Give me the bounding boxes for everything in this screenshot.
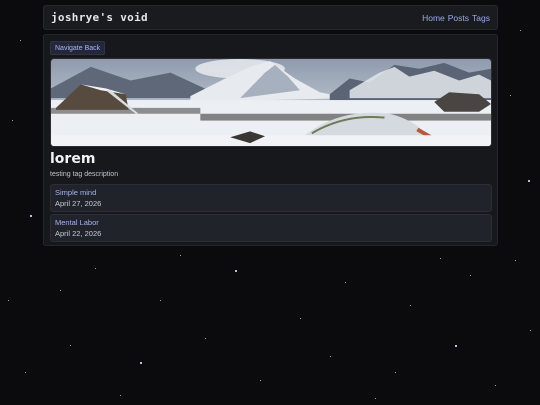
- nav-posts-link[interactable]: Posts: [448, 13, 469, 23]
- post-date: April 27, 2026: [55, 199, 102, 208]
- site-title[interactable]: joshrye's void: [51, 11, 148, 24]
- post-card[interactable]: Simple mind April 27, 2026: [50, 184, 492, 212]
- post-title-link[interactable]: Simple mind: [55, 188, 487, 197]
- tag-description: testing tag description: [50, 171, 119, 178]
- nav-home-link[interactable]: Home: [422, 13, 445, 23]
- tag-title: lorem: [50, 151, 96, 167]
- post-title-link[interactable]: Mental Labor: [55, 218, 487, 227]
- main-nav: Home Posts Tags: [422, 13, 490, 23]
- post-date: April 22, 2026: [55, 229, 102, 238]
- navigate-back-button[interactable]: Navigate Back: [50, 41, 106, 55]
- post-card[interactable]: Mental Labor April 22, 2026: [50, 214, 492, 242]
- site-header: joshrye's void Home Posts Tags: [43, 5, 498, 30]
- tag-banner-image: [50, 58, 492, 147]
- tag-panel: Navigate Back lorem testing tag descript…: [43, 34, 498, 246]
- nav-tags-link[interactable]: Tags: [472, 13, 490, 23]
